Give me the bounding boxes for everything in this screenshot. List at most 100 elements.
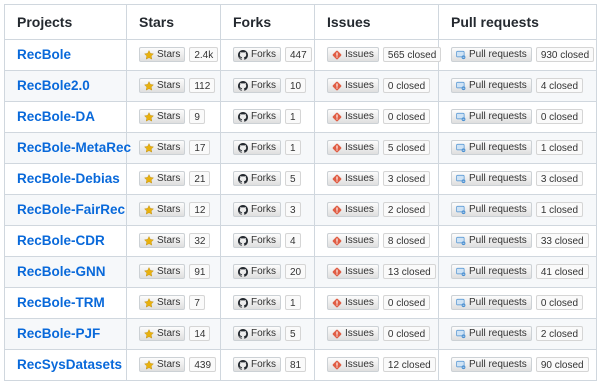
forks-badge[interactable]: Forks 5 [233, 326, 301, 342]
forks-badge[interactable]: Forks 1 [233, 109, 301, 125]
stars-badge[interactable]: Stars 17 [139, 140, 211, 156]
stars-badge[interactable]: Stars 112 [139, 78, 216, 94]
issues-badge[interactable]: Issues 0 closed [327, 326, 431, 342]
issues-badge[interactable]: Issues 8 closed [327, 233, 431, 249]
forks-badge[interactable]: Forks 10 [233, 78, 307, 94]
forks-badge[interactable]: Forks 4 [233, 233, 301, 249]
stars-badge[interactable]: Stars 12 [139, 202, 211, 218]
project-link[interactable]: RecBole-TRM [17, 295, 105, 310]
pull_requests-badge[interactable]: Pull requests 3 closed [451, 171, 584, 187]
forks-badge[interactable]: Forks 447 [233, 47, 312, 63]
pull_requests-badge[interactable]: Pull requests 33 closed [451, 233, 589, 249]
pull_requests-badge-text: Pull requests [469, 204, 527, 216]
issues-badge[interactable]: Issues 12 closed [327, 357, 436, 373]
issues-count: 5 closed [382, 140, 431, 156]
forks-count: 5 [285, 326, 301, 342]
pull-request-icon [456, 360, 466, 370]
pull_requests-cell: Pull requests 1 closed [438, 194, 597, 226]
issues-badge-text: Issues [345, 297, 374, 309]
project-cell: RecBole-MetaRec [4, 132, 131, 164]
issues-badge[interactable]: Issues 0 closed [327, 295, 431, 311]
github-octocat-icon [238, 359, 248, 370]
forks-badge[interactable]: Forks 1 [233, 295, 301, 311]
stars-cell: Stars 32 [126, 225, 221, 257]
pull_requests-cell: Pull requests 1 closed [438, 132, 597, 164]
header-projects: Projects [4, 4, 127, 40]
issues-badge-text: Issues [345, 235, 374, 247]
issues-badge[interactable]: Issues 2 closed [327, 202, 431, 218]
issues-badge[interactable]: Issues 3 closed [327, 171, 431, 187]
pull_requests-badge[interactable]: Pull requests 4 closed [451, 78, 584, 94]
issues-badge[interactable]: Issues 5 closed [327, 140, 431, 156]
project-link[interactable]: RecBole-MetaRec [17, 140, 131, 155]
project-link[interactable]: RecBole2.0 [17, 78, 90, 93]
forks-badge-label: Forks [233, 171, 281, 187]
forks-badge[interactable]: Forks 20 [233, 264, 307, 280]
pull_requests-badge-text: Pull requests [469, 80, 527, 92]
pull_requests-badge[interactable]: Pull requests 930 closed [451, 47, 595, 63]
stars-cell: Stars 91 [126, 256, 221, 288]
issue-diamond-icon [332, 174, 342, 184]
project-link[interactable]: RecBole-Debias [17, 171, 120, 186]
issues-count: 8 closed [382, 233, 431, 249]
project-link[interactable]: RecBole-PJF [17, 326, 100, 341]
forks-badge[interactable]: Forks 5 [233, 171, 301, 187]
stars-badge[interactable]: Stars 14 [139, 326, 211, 342]
issues-cell: Issues 0 closed [314, 70, 439, 102]
stars-badge[interactable]: Stars 32 [139, 233, 211, 249]
pull_requests-badge[interactable]: Pull requests 2 closed [451, 326, 584, 342]
stars-count: 12 [189, 202, 211, 218]
forks-badge-text: Forks [251, 359, 276, 371]
stars-badge-text: Stars [157, 111, 181, 123]
stars-count: 2.4k [189, 47, 219, 63]
pull_requests-badge[interactable]: Pull requests 0 closed [451, 109, 584, 125]
stars-badge[interactable]: Stars 7 [139, 295, 205, 311]
forks-badge-label: Forks [233, 202, 281, 218]
project-link[interactable]: RecBole-GNN [17, 264, 106, 279]
pull_requests-badge-text: Pull requests [469, 297, 527, 309]
stars-badge-text: Stars [157, 235, 181, 247]
forks-badge[interactable]: Forks 1 [233, 140, 301, 156]
pull_requests-badge[interactable]: Pull requests 1 closed [451, 202, 584, 218]
pull_requests-badge[interactable]: Pull requests 1 closed [451, 140, 584, 156]
project-link[interactable]: RecBole-DA [17, 109, 95, 124]
star-icon [144, 111, 154, 122]
stars-badge[interactable]: Stars 21 [139, 171, 211, 187]
stars-count: 17 [189, 140, 211, 156]
issues-badge[interactable]: Issues 565 closed [327, 47, 442, 63]
project-link[interactable]: RecBole-FairRec [17, 202, 125, 217]
project-link[interactable]: RecSysDatasets [17, 357, 122, 372]
forks-badge[interactable]: Forks 3 [233, 202, 301, 218]
pull_requests-badge[interactable]: Pull requests 0 closed [451, 295, 584, 311]
pull_requests-badge[interactable]: Pull requests 41 closed [451, 264, 589, 280]
stars-badge[interactable]: Stars 2.4k [139, 47, 219, 63]
pull_requests-count: 3 closed [535, 171, 584, 187]
pull_requests-badge[interactable]: Pull requests 90 closed [451, 357, 589, 373]
issues-badge[interactable]: Issues 0 closed [327, 78, 431, 94]
stars-badge[interactable]: Stars 91 [139, 264, 211, 280]
stars-badge[interactable]: Stars 439 [139, 357, 217, 373]
stars-badge[interactable]: Stars 9 [139, 109, 205, 125]
issues-count: 565 closed [382, 47, 442, 63]
forks-badge-text: Forks [251, 235, 276, 247]
issues-badge-text: Issues [345, 328, 374, 340]
issue-diamond-icon [332, 236, 342, 246]
project-link[interactable]: RecBole-CDR [17, 233, 105, 248]
project-link[interactable]: RecBole [17, 47, 71, 62]
forks-badge[interactable]: Forks 81 [233, 357, 307, 373]
issues-count: 0 closed [382, 109, 431, 125]
issues-count: 2 closed [382, 202, 431, 218]
project-cell: RecBole-FairRec [4, 194, 127, 226]
issues-badge[interactable]: Issues 0 closed [327, 109, 431, 125]
forks-cell: Forks 447 [220, 39, 315, 71]
forks-badge-text: Forks [251, 297, 276, 309]
forks-cell: Forks 3 [220, 194, 315, 226]
issues-badge[interactable]: Issues 13 closed [327, 264, 436, 280]
forks-count: 20 [285, 264, 307, 280]
issues-cell: Issues 13 closed [314, 256, 439, 288]
forks-cell: Forks 20 [220, 256, 315, 288]
star-icon [144, 359, 154, 370]
stars-cell: Stars 9 [126, 101, 221, 133]
pull_requests-badge-label: Pull requests [451, 357, 532, 373]
github-octocat-icon [238, 204, 248, 215]
